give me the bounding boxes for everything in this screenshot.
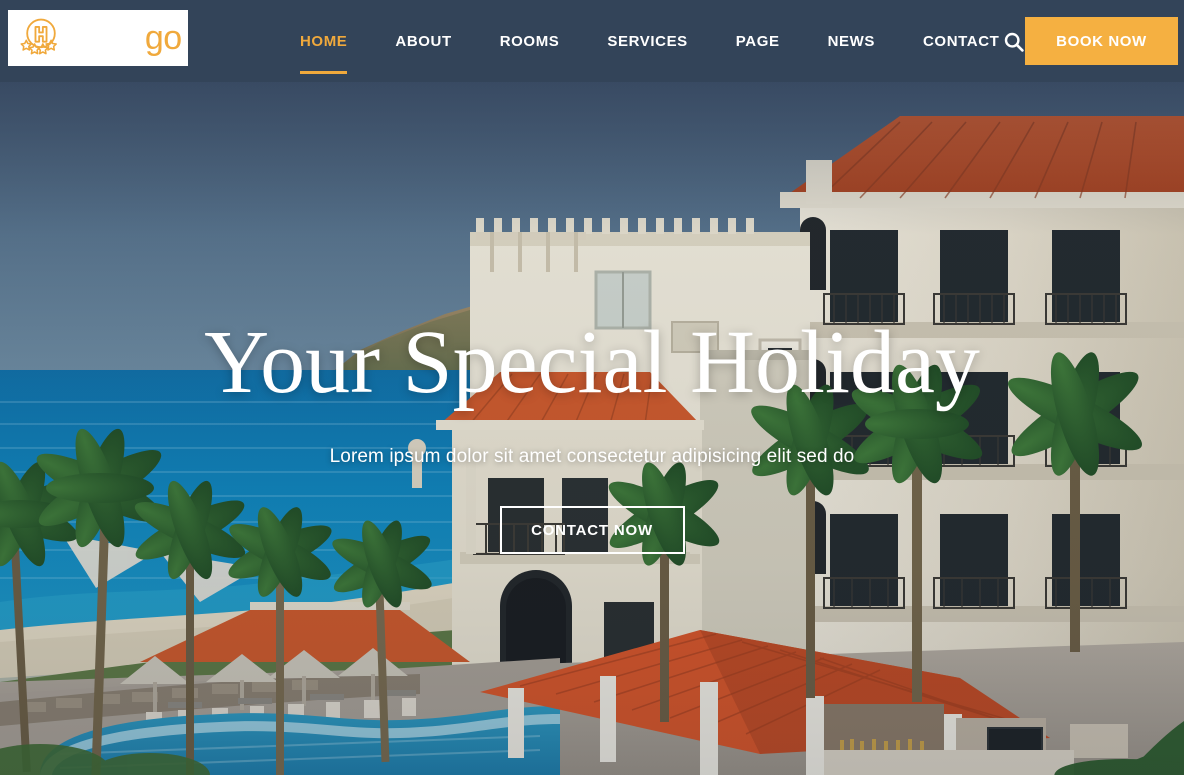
nav-item-page[interactable]: PAGE [736, 33, 780, 50]
logo-word-part1: Alber [68, 19, 145, 57]
nav-item-news[interactable]: NEWS [828, 33, 875, 50]
nav-item-about[interactable]: ABOUT [395, 33, 451, 50]
main-navigation: HOME ABOUT ROOMS SERVICES PAGE NEWS CONT… [300, 0, 999, 82]
hero-content: Your Special Holiday Lorem ipsum dolor s… [0, 318, 1184, 554]
site-logo[interactable]: Albergo [8, 10, 188, 66]
book-now-button[interactable]: BOOK NOW [1025, 17, 1178, 65]
logo-word-part2: go [144, 19, 182, 57]
hero-section: Your Special Holiday Lorem ipsum dolor s… [0, 82, 1184, 775]
page-root: Albergo HOME ABOUT ROOMS SERVICES PAGE N… [0, 0, 1184, 775]
logo-wordmark: Albergo [68, 21, 182, 55]
hero-title: Your Special Holiday [204, 313, 980, 412]
contact-now-button[interactable]: CONTACT NOW [499, 506, 685, 554]
hero-subtitle: Lorem ipsum dolor sit amet consectetur a… [329, 446, 855, 467]
search-icon[interactable] [1002, 30, 1026, 54]
nav-item-rooms[interactable]: ROOMS [500, 33, 560, 50]
nav-item-contact[interactable]: CONTACT [923, 33, 999, 50]
nav-item-home[interactable]: HOME [300, 33, 348, 74]
site-header: Albergo HOME ABOUT ROOMS SERVICES PAGE N… [0, 0, 1184, 82]
nav-item-services[interactable]: SERVICES [607, 33, 687, 50]
hotel-badge-icon [20, 18, 57, 55]
